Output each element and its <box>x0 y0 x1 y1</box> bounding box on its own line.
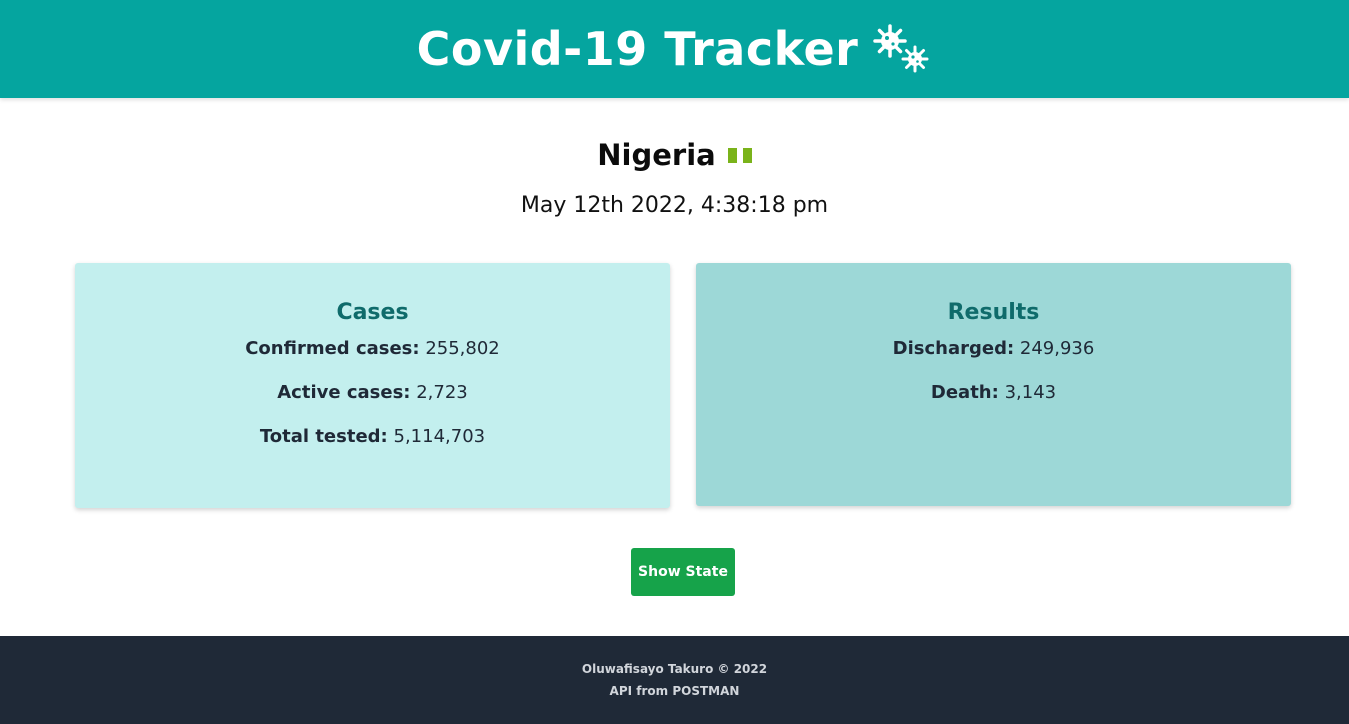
confirmed-cases: Confirmed cases: 255,802 <box>75 327 670 371</box>
show-state-button[interactable]: Show State <box>631 548 735 596</box>
nigeria-flag-icon <box>727 147 752 163</box>
virus-icon <box>873 24 929 73</box>
active-cases-label: Active cases: <box>277 382 411 403</box>
active-cases-value: 2,723 <box>416 382 468 403</box>
footer-api: API from POSTMAN <box>609 684 740 698</box>
footer: Oluwafisayo Takuro © 2022 API from POSTM… <box>0 636 1349 724</box>
country-name: Nigeria <box>597 138 716 172</box>
results-card: Results Discharged: 249,936 Death: 3,143 <box>696 263 1291 506</box>
app-title-row: Covid-19 Tracker <box>417 22 933 76</box>
confirmed-cases-label: Confirmed cases: <box>245 338 420 359</box>
discharged-label: Discharged: <box>892 338 1015 359</box>
active-cases: Active cases: 2,723 <box>75 371 670 415</box>
total-tested-label: Total tested: <box>259 426 388 447</box>
app-header: Covid-19 Tracker <box>0 0 1349 98</box>
discharged: Discharged: 249,936 <box>696 327 1291 371</box>
death-value: 3,143 <box>1004 382 1057 403</box>
country-heading: Nigeria <box>0 138 1349 172</box>
death-label: Death: <box>930 382 999 403</box>
footer-credit: Oluwafisayo Takuro © 2022 <box>581 662 768 676</box>
app-title: Covid-19 Tracker <box>416 22 859 76</box>
death: Death: 3,143 <box>696 371 1291 415</box>
last-updated: May 12th 2022, 4:38:18 pm <box>520 193 829 218</box>
total-tested: Total tested: 5,114,703 <box>75 415 670 459</box>
cases-card: Cases Confirmed cases: 255,802 Active ca… <box>75 263 670 508</box>
total-tested-value: 5,114,703 <box>393 426 486 447</box>
cases-title: Cases <box>336 300 409 325</box>
confirmed-cases-value: 255,802 <box>425 338 500 359</box>
discharged-value: 249,936 <box>1019 338 1095 359</box>
results-title: Results <box>947 300 1040 325</box>
